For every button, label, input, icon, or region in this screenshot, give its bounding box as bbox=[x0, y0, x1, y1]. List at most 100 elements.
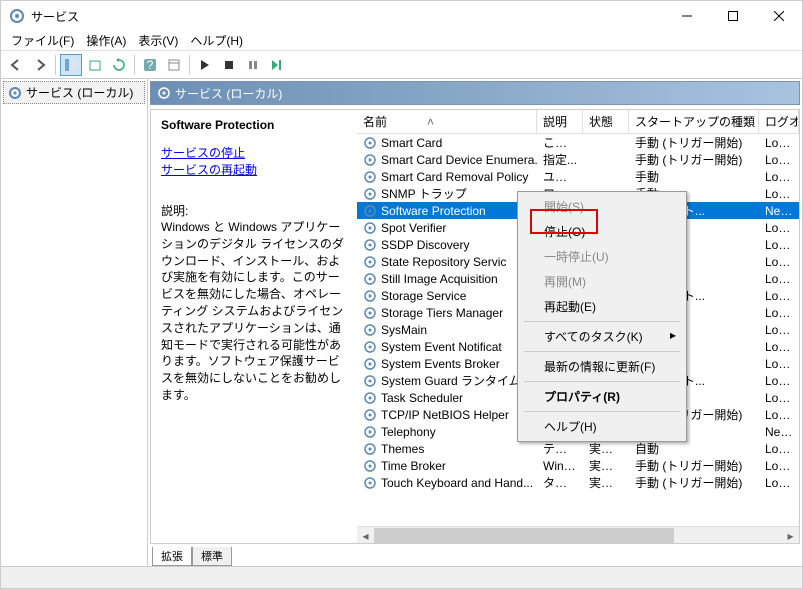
ctx-all-tasks[interactable]: すべてのタスク(K)▸ bbox=[520, 324, 684, 349]
export-list-button[interactable] bbox=[84, 54, 106, 76]
service-name: System Events Broker bbox=[381, 357, 500, 371]
service-name: Themes bbox=[381, 442, 424, 456]
col-logon[interactable]: ログオン bbox=[759, 110, 799, 133]
service-icon bbox=[363, 204, 377, 218]
service-name: Spot Verifier bbox=[381, 221, 446, 235]
service-logon: Local S bbox=[759, 221, 799, 235]
submenu-arrow-icon: ▸ bbox=[670, 328, 676, 342]
service-desc: ユーザ... bbox=[537, 168, 583, 185]
stop-service-link[interactable]: サービスの停止 bbox=[161, 144, 347, 161]
service-icon bbox=[363, 255, 377, 269]
service-name: Still Image Acquisition bbox=[381, 272, 498, 286]
detail-pane: Software Protection サービスの停止 サービスの再起動 説明:… bbox=[151, 110, 357, 543]
table-row[interactable]: Smart Cardこのコ...手動 (トリガー開始)Local S bbox=[357, 134, 799, 151]
table-row[interactable]: Time BrokerWinR...実行中手動 (トリガー開始)Local S bbox=[357, 457, 799, 474]
pause-service-button[interactable] bbox=[242, 54, 264, 76]
service-logon: Local S bbox=[759, 238, 799, 252]
col-desc[interactable]: 説明 bbox=[537, 110, 583, 133]
window-title: サービス bbox=[31, 8, 664, 25]
service-logon: Networ bbox=[759, 425, 799, 439]
service-desc: タッチ... bbox=[537, 474, 583, 491]
col-status[interactable]: 状態 bbox=[583, 110, 629, 133]
svg-text:?: ? bbox=[147, 58, 154, 72]
service-name: Telephony bbox=[381, 425, 436, 439]
header-title: サービス (ローカル) bbox=[175, 85, 282, 102]
menu-view[interactable]: 表示(V) bbox=[132, 30, 184, 51]
maximize-button[interactable] bbox=[710, 1, 756, 31]
service-icon bbox=[363, 187, 377, 201]
properties-button[interactable] bbox=[163, 54, 185, 76]
service-icon bbox=[363, 425, 377, 439]
stop-service-button[interactable] bbox=[218, 54, 240, 76]
titlebar: サービス bbox=[1, 1, 802, 31]
service-startup: 手動 (トリガー開始) bbox=[629, 457, 759, 474]
col-startup[interactable]: スタートアップの種類 bbox=[629, 110, 759, 133]
scroll-left-icon[interactable]: ◂ bbox=[358, 528, 373, 543]
ctx-refresh[interactable]: 最新の情報に更新(F) bbox=[520, 354, 684, 379]
ctx-properties[interactable]: プロパティ(R) bbox=[520, 384, 684, 409]
minimize-button[interactable] bbox=[664, 1, 710, 31]
context-menu: 開始(S) 停止(O) 一時停止(U) 再開(M) 再起動(E) すべてのタスク… bbox=[517, 191, 687, 442]
statusbar bbox=[1, 566, 802, 588]
service-icon bbox=[363, 238, 377, 252]
service-startup: 手動 (トリガー開始) bbox=[629, 134, 759, 151]
menu-action[interactable]: 操作(A) bbox=[80, 30, 132, 51]
show-hide-tree-button[interactable] bbox=[60, 54, 82, 76]
table-row[interactable]: Smart Card Removal Policyユーザ...手動Local S bbox=[357, 168, 799, 185]
right-pane: サービス (ローカル) Software Protection サービスの停止 … bbox=[148, 79, 802, 566]
start-service-button[interactable] bbox=[194, 54, 216, 76]
restart-service-link[interactable]: サービスの再起動 bbox=[161, 161, 347, 178]
service-logon: Local S bbox=[759, 289, 799, 303]
ctx-stop[interactable]: 停止(O) bbox=[520, 219, 684, 244]
service-logon: Local S bbox=[759, 408, 799, 422]
ctx-start: 開始(S) bbox=[520, 194, 684, 219]
refresh-button[interactable] bbox=[108, 54, 130, 76]
service-icon bbox=[363, 476, 377, 490]
service-name: Smart Card Removal Policy bbox=[381, 170, 528, 184]
description-label: 説明: bbox=[161, 202, 347, 219]
app-icon bbox=[9, 8, 25, 24]
tab-extended[interactable]: 拡張 bbox=[152, 547, 192, 566]
service-logon: Local S bbox=[759, 442, 799, 456]
service-icon bbox=[363, 459, 377, 473]
scrollbar-thumb[interactable] bbox=[374, 528, 674, 543]
table-row[interactable]: Smart Card Device Enumera...指定...手動 (トリガ… bbox=[357, 151, 799, 168]
menu-help[interactable]: ヘルプ(H) bbox=[184, 30, 249, 51]
ctx-help[interactable]: ヘルプ(H) bbox=[520, 414, 684, 439]
service-name: SysMain bbox=[381, 323, 427, 337]
ctx-restart[interactable]: 再起動(E) bbox=[520, 294, 684, 319]
service-name: SSDP Discovery bbox=[381, 238, 469, 252]
service-name: Storage Service bbox=[381, 289, 466, 303]
service-logon: Local S bbox=[759, 391, 799, 405]
sort-asc-icon: ˄ bbox=[427, 115, 434, 129]
service-icon bbox=[363, 340, 377, 354]
tree-root-node[interactable]: サービス (ローカル) bbox=[3, 81, 145, 104]
service-icon bbox=[363, 306, 377, 320]
menu-file[interactable]: ファイル(F) bbox=[5, 30, 80, 51]
service-icon bbox=[363, 374, 377, 388]
restart-service-button[interactable] bbox=[266, 54, 288, 76]
service-name: System Guard ランタイム bbox=[381, 372, 521, 389]
service-logon: Local S bbox=[759, 306, 799, 320]
close-button[interactable] bbox=[756, 1, 802, 31]
col-name[interactable]: 名前˄ bbox=[357, 110, 537, 133]
service-name: State Repository Servic bbox=[381, 255, 506, 269]
table-row[interactable]: Themesテーマ...実行中自動Local S bbox=[357, 440, 799, 457]
table-row[interactable]: Touch Keyboard and Hand...タッチ...実行中手動 (ト… bbox=[357, 474, 799, 491]
horizontal-scrollbar[interactable]: ◂ ▸ bbox=[357, 526, 799, 543]
service-desc: このコ... bbox=[537, 134, 583, 151]
service-icon bbox=[363, 391, 377, 405]
service-startup: 自動 bbox=[629, 440, 759, 457]
view-tabs: 拡張 標準 bbox=[148, 546, 802, 566]
forward-button[interactable] bbox=[29, 54, 51, 76]
service-status: 実行中 bbox=[583, 474, 629, 491]
service-logon: Local S bbox=[759, 153, 799, 167]
help-button[interactable]: ? bbox=[139, 54, 161, 76]
back-button[interactable] bbox=[5, 54, 27, 76]
service-logon: Local S bbox=[759, 357, 799, 371]
service-name: TCP/IP NetBIOS Helper bbox=[381, 408, 509, 422]
menubar: ファイル(F) 操作(A) 表示(V) ヘルプ(H) bbox=[1, 31, 802, 51]
scroll-right-icon[interactable]: ▸ bbox=[783, 528, 798, 543]
tab-standard[interactable]: 標準 bbox=[192, 547, 232, 566]
column-headers: 名前˄ 説明 状態 スタートアップの種類 ログオン bbox=[357, 110, 799, 134]
